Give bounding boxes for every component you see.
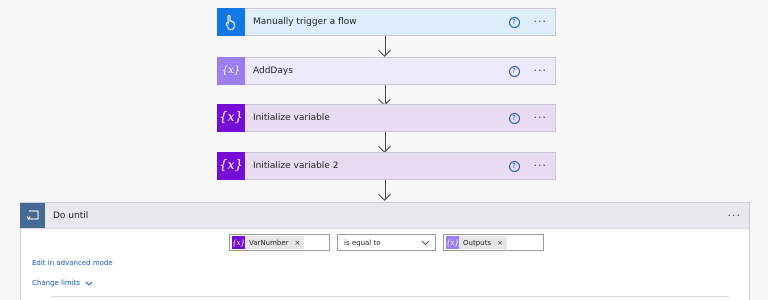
chevron-down-icon (85, 281, 93, 286)
expression-icon: {x} (446, 236, 459, 249)
step-title: Initialize variable 2 (253, 161, 339, 171)
step-card-adddays[interactable]: {x} AddDays ? ··· (217, 56, 556, 85)
step-title: Manually trigger a flow (253, 17, 357, 27)
divider (51, 296, 729, 297)
hand-pointer-icon (217, 7, 245, 36)
connector-arrow (378, 36, 391, 58)
token-label: VarNumber (249, 238, 289, 247)
help-icon[interactable]: ? (508, 160, 520, 172)
variable-icon: {x} (217, 151, 245, 180)
token-label: Outputs (463, 238, 491, 247)
chevron-down-icon (421, 240, 430, 245)
more-options-icon[interactable]: ··· (728, 209, 742, 222)
step-card-manual-trigger[interactable]: Manually trigger a flow ? ··· (217, 7, 556, 36)
do-until-block: Do until ··· {x} VarNumber × is equal to… (20, 202, 750, 300)
edit-advanced-mode-link[interactable]: Edit in advanced mode (32, 259, 113, 267)
remove-token-icon[interactable]: × (497, 239, 503, 247)
more-options-icon[interactable]: ··· (534, 160, 548, 171)
dynamic-content-token[interactable]: {x} Outputs × (446, 236, 507, 249)
operator-value: is equal to (344, 238, 381, 247)
do-until-header[interactable]: Do until ··· (20, 202, 749, 229)
condition-left-field[interactable]: {x} VarNumber × (229, 234, 330, 251)
more-options-icon[interactable]: ··· (534, 16, 548, 27)
help-icon[interactable]: ? (508, 65, 520, 77)
step-title: AddDays (253, 66, 293, 76)
more-options-icon[interactable]: ··· (534, 112, 548, 123)
variable-icon: {x} (217, 103, 245, 132)
expression-icon: {x} (217, 56, 245, 85)
remove-token-icon[interactable]: × (295, 239, 301, 247)
condition-operator-select[interactable]: is equal to (337, 234, 436, 251)
dynamic-content-token[interactable]: {x} VarNumber × (232, 236, 305, 249)
step-card-initialize-variable[interactable]: {x} Initialize variable ? ··· (217, 103, 556, 132)
connector-arrow (378, 132, 391, 154)
more-options-icon[interactable]: ··· (534, 65, 548, 76)
change-limits-label: Change limits (32, 279, 81, 287)
condition-right-field[interactable]: {x} Outputs × (443, 234, 544, 251)
connector-arrow (378, 180, 391, 202)
loop-icon (20, 202, 45, 228)
step-card-initialize-variable-2[interactable]: {x} Initialize variable 2 ? ··· (217, 151, 556, 180)
do-until-title: Do until (53, 210, 89, 221)
change-limits-link[interactable]: Change limits (32, 279, 93, 287)
variable-icon: {x} (232, 236, 245, 249)
help-icon[interactable]: ? (508, 112, 520, 124)
help-icon[interactable]: ? (508, 16, 520, 28)
step-title: Initialize variable (253, 113, 330, 123)
